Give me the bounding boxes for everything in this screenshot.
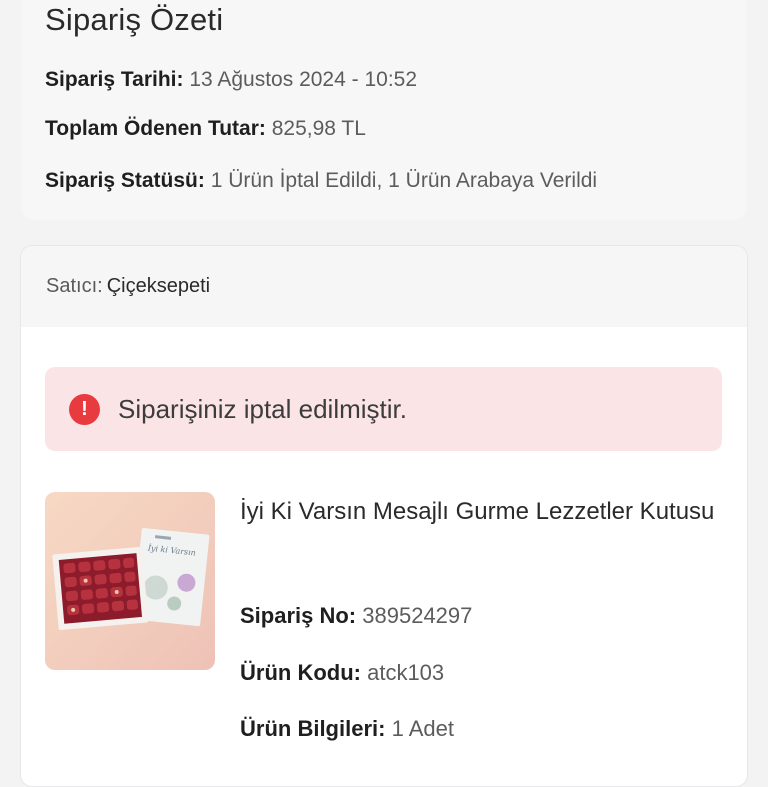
order-status-row: Sipariş Statüsü: 1 Ürün İptal Edildi, 1 …	[45, 169, 597, 193]
product-code-row: Ürün Kodu: atck103	[240, 660, 444, 686]
order-no-row: Sipariş No: 389524297	[240, 603, 472, 629]
total-paid-label: Toplam Ödenen Tutar:	[45, 117, 266, 140]
exclamation-circle-icon: !	[69, 393, 100, 425]
order-date-row: Sipariş Tarihi: 13 Ağustos 2024 - 10:52	[45, 68, 417, 92]
cancel-alert-text: Siparişiniz iptal edilmiştir.	[118, 393, 407, 424]
order-date-label: Sipariş Tarihi:	[45, 68, 184, 91]
product-code-label: Ürün Kodu:	[240, 660, 361, 685]
product-info-row: Ürün Bilgileri: 1 Adet	[240, 716, 454, 742]
seller-name[interactable]: Çiçeksepeti	[107, 275, 210, 298]
order-status-value: 1 Ürün İptal Edildi, 1 Ürün Arabaya Veri…	[210, 169, 598, 192]
order-no-value: 389524297	[362, 603, 473, 628]
total-paid-row: Toplam Ödenen Tutar: 825,98 TL	[45, 117, 366, 141]
product-info-label: Ürün Bilgileri:	[240, 716, 386, 741]
product-info-value: 1 Adet	[391, 716, 454, 741]
order-date-value: 13 Ağustos 2024 - 10:52	[189, 68, 418, 91]
total-paid-value: 825,98 TL	[271, 117, 366, 140]
order-status-label: Sipariş Statüsü:	[45, 169, 205, 192]
seller-header: Satıcı: Çiçeksepeti	[21, 246, 747, 327]
product-code-value: atck103	[367, 660, 445, 685]
product-name[interactable]: İyi Ki Varsın Mesajlı Gurme Lezzetler Ku…	[240, 492, 720, 532]
product-image[interactable]: İyi ki Varsın	[45, 492, 215, 670]
seller-label: Satıcı:	[46, 275, 103, 297]
order-no-label: Sipariş No:	[240, 603, 357, 628]
page-title: Sipariş Özeti	[45, 2, 224, 37]
cancel-alert: ! Siparişiniz iptal edilmiştir.	[45, 367, 722, 451]
